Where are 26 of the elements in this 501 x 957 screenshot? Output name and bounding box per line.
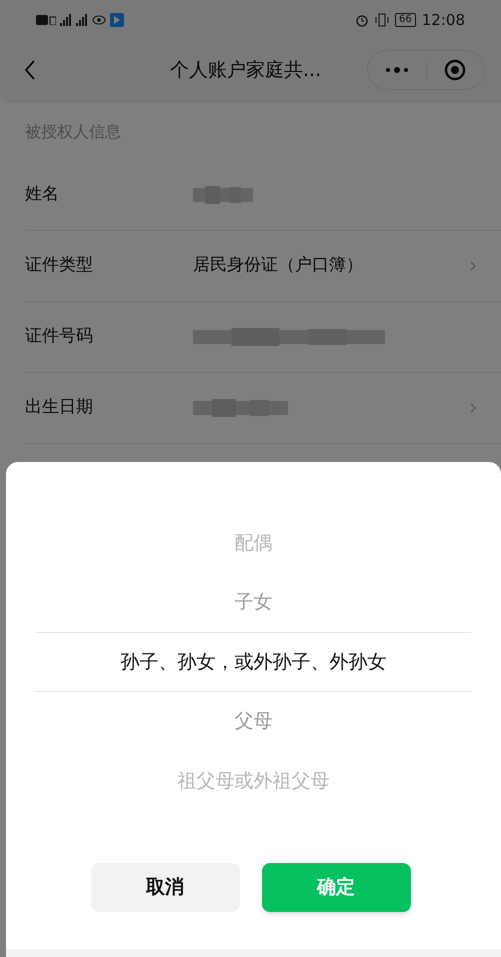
field-label: 证件类型 (25, 254, 94, 278)
target-icon (444, 59, 466, 81)
blurred-value (193, 184, 253, 206)
vibrate-icon (375, 13, 390, 27)
picker-option[interactable]: 孙子、孙女，或外孙子、外孙女 (36, 632, 471, 692)
picker-option[interactable]: 子女 (36, 572, 471, 632)
page-title: 个人账户家庭共... (170, 58, 322, 83)
app-icon (110, 13, 124, 27)
alarm-icon (355, 13, 370, 27)
field-label: 出生日期 (25, 396, 94, 420)
signal-icon (76, 14, 88, 26)
hd-icon (36, 15, 56, 25)
form-row[interactable]: 出生日期 (25, 373, 501, 444)
signal-icon (60, 14, 72, 26)
more-icon (384, 66, 410, 74)
form-row[interactable]: 证件号码 (25, 302, 501, 373)
battery-level: 66 (395, 13, 416, 27)
form-row[interactable]: 姓名 (25, 160, 501, 231)
field-value: 居民身份证（户口簿） (193, 255, 363, 276)
eye-icon (92, 15, 106, 25)
field-label: 证件号码 (25, 325, 94, 348)
cancel-button[interactable]: 取消 (90, 862, 240, 912)
picker-option[interactable]: 父母 (36, 692, 471, 751)
field-label: 姓名 (25, 183, 60, 206)
form-row[interactable]: 证件类型 居民身份证（户口簿） (25, 231, 501, 302)
clock-time: 12:08 (422, 10, 465, 31)
